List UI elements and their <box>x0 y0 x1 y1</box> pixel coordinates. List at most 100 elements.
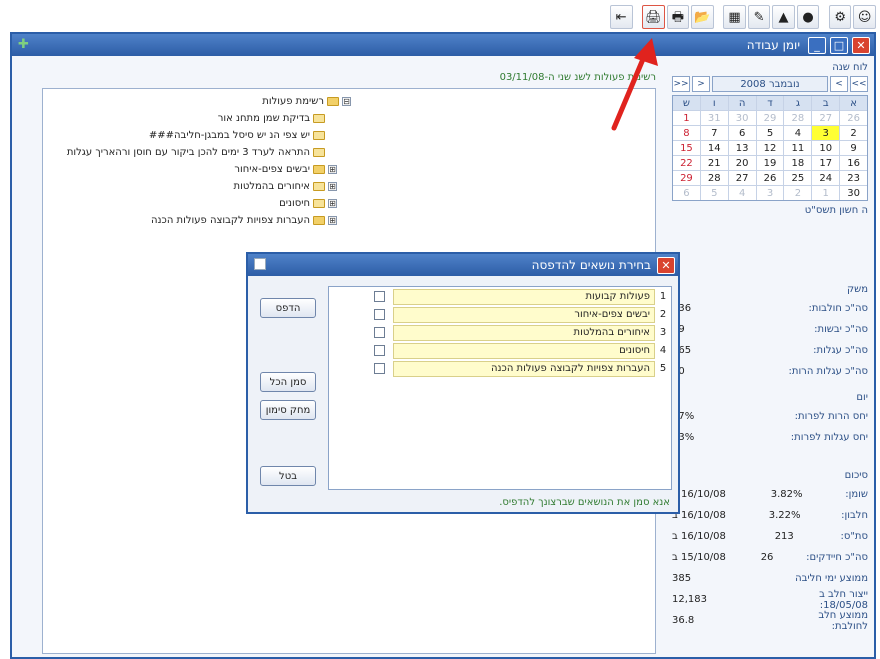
tree-item[interactable]: התראה לערד 3 ימים להכן ביקור עם חוסן ורה… <box>43 144 355 161</box>
month-selector[interactable]: נובמבר 2008 <box>712 76 828 92</box>
stat-row: יחס הרות לפרות: 47% <box>672 406 868 427</box>
prev-month-button[interactable]: > <box>830 76 848 92</box>
export-icon[interactable]: 📂 <box>691 5 714 29</box>
calendar-day[interactable]: 18 <box>784 156 812 170</box>
calendar-day[interactable]: 21 <box>700 156 728 170</box>
calendar-day[interactable]: 31 <box>700 111 728 125</box>
stat-row: סה"כ חיידקים: 26 15/10/08 ב <box>672 547 868 568</box>
calendar-day[interactable]: 8 <box>673 126 700 140</box>
calendar-day[interactable]: 7 <box>700 126 728 140</box>
topic-row[interactable]: 5 העברות צפויות לקבוצה פעולות הכנה <box>329 360 671 377</box>
topic-checkbox[interactable] <box>374 363 385 374</box>
calendar-day[interactable]: 25 <box>784 171 812 185</box>
topic-row[interactable]: 3 איחורים בהמלטות <box>329 324 671 341</box>
select-all-button[interactable]: סמן הכל <box>260 372 316 392</box>
calendar-day[interactable]: 27 <box>728 171 756 185</box>
topic-row[interactable]: 2 יבשים צפים-איחור <box>329 306 671 323</box>
record-icon[interactable]: ● <box>796 5 820 29</box>
calendar-day[interactable]: 10 <box>812 141 840 155</box>
settings-icon[interactable]: ⚙ <box>828 5 852 29</box>
expand-icon[interactable]: ⊞ <box>328 216 337 225</box>
calendar-day[interactable]: 3 <box>812 126 840 140</box>
calendar-day[interactable]: 5 <box>756 126 784 140</box>
topic-number: 5 <box>659 363 667 374</box>
tree-item-label: חיסונים <box>279 198 310 209</box>
cancel-button[interactable]: בטל <box>260 466 316 486</box>
topic-checkbox[interactable] <box>374 327 385 338</box>
clear-selection-button[interactable]: מחק סימון <box>260 400 316 420</box>
prev-year-button[interactable]: >> <box>850 76 868 92</box>
topic-checkbox[interactable] <box>374 291 385 302</box>
weekday-header: ה <box>728 96 756 110</box>
window-title: יומן עבודה <box>746 38 800 52</box>
calendar-day[interactable]: 17 <box>812 156 840 170</box>
calendar-day[interactable]: 2 <box>784 186 812 200</box>
print-preview-icon[interactable]: 🖨 <box>642 5 665 29</box>
calendar-day[interactable]: 28 <box>700 171 728 185</box>
calendar-day[interactable]: 15 <box>673 141 700 155</box>
help-icon[interactable]: ☺ <box>853 5 876 29</box>
calendar-day[interactable]: 26 <box>840 111 867 125</box>
calendar-day[interactable]: 26 <box>756 171 784 185</box>
calendar-day[interactable]: 1 <box>673 111 700 125</box>
calendar-day[interactable]: 16 <box>840 156 867 170</box>
print-topics-dialog: ✕ בחירת נושאים להדפסה 1 פעולות קבועות 2 יבש… <box>246 252 680 514</box>
calendar-day[interactable]: 6 <box>728 126 756 140</box>
calendar-icon[interactable]: ▦ <box>723 5 746 29</box>
topic-checkbox[interactable] <box>374 309 385 320</box>
calendar-day[interactable]: 6 <box>673 186 700 200</box>
collapse-icon[interactable]: ⊟ <box>342 97 351 106</box>
chart-icon[interactable]: ▲ <box>772 5 795 29</box>
calendar-day[interactable]: 5 <box>700 186 728 200</box>
calendar-day[interactable]: 28 <box>784 111 812 125</box>
calendar-day[interactable]: 13 <box>728 141 756 155</box>
stat-label: שומן: <box>845 489 868 500</box>
minimize-icon[interactable]: _ <box>808 36 826 54</box>
printer-icon[interactable]: 🖶 <box>666 5 690 29</box>
maximize-icon[interactable]: □ <box>830 36 848 54</box>
calendar-day[interactable]: 27 <box>812 111 840 125</box>
tree-item[interactable]: ⊞ איחורים בהמלטות <box>43 178 355 195</box>
calendar-day[interactable]: 12 <box>756 141 784 155</box>
expand-icon[interactable]: ⊞ <box>328 182 337 191</box>
topic-checkbox[interactable] <box>374 345 385 356</box>
tree-item[interactable]: יש צפי הנ יש סיסל במבגן-חליבה### <box>43 127 355 144</box>
edit-icon[interactable]: ✎ <box>747 5 771 29</box>
calendar-day[interactable]: 14 <box>700 141 728 155</box>
next-month-button[interactable]: < <box>692 76 710 92</box>
calendar-day[interactable]: 22 <box>673 156 700 170</box>
topic-row[interactable]: 1 פעולות קבועות <box>329 288 671 305</box>
calendar-day[interactable]: 20 <box>728 156 756 170</box>
dialog-close-icon[interactable]: ✕ <box>657 256 675 274</box>
calendar-day[interactable]: 1 <box>812 186 840 200</box>
calendar-day[interactable]: 29 <box>673 171 700 185</box>
tree-item[interactable]: ⊞ יבשים צפים-איחור <box>43 161 355 178</box>
stat-label: סה"כ חולבות: <box>808 303 868 314</box>
calendar-day[interactable]: 30 <box>728 111 756 125</box>
tree-item[interactable]: ⊞ העברות צפויות לקבוצה פעולות הכנה <box>43 212 355 229</box>
topic-row[interactable]: 4 חיסונים <box>329 342 671 359</box>
stat-row: סה"כ חולבות: 336 <box>672 298 868 319</box>
calendar-day[interactable]: 24 <box>812 171 840 185</box>
tree-item[interactable]: ⊞ חיסונים <box>43 195 355 212</box>
calendar-day[interactable]: 9 <box>840 141 867 155</box>
calendar-day[interactable]: 4 <box>728 186 756 200</box>
calendar-day[interactable]: 23 <box>840 171 867 185</box>
calendar-day[interactable]: 30 <box>840 186 867 200</box>
calendar-day[interactable]: 4 <box>784 126 812 140</box>
exit-icon[interactable]: ⇤ <box>610 5 633 29</box>
stat-date: 36.8 <box>672 615 695 626</box>
tree-item[interactable]: בדיקת שמן מתחנ אור <box>43 110 355 127</box>
calendar-day[interactable]: 2 <box>840 126 867 140</box>
tree-item[interactable]: ⊟ רשימת פעולות <box>43 93 355 110</box>
print-button[interactable]: הדפס <box>260 298 316 318</box>
expand-icon[interactable]: ⊞ <box>328 199 337 208</box>
calendar-day[interactable]: 19 <box>756 156 784 170</box>
calendar-day[interactable]: 29 <box>756 111 784 125</box>
expand-icon[interactable]: ⊞ <box>328 165 337 174</box>
calendar-day[interactable]: 11 <box>784 141 812 155</box>
calendar-day[interactable]: 3 <box>756 186 784 200</box>
close-icon[interactable]: ✕ <box>852 36 870 54</box>
next-year-button[interactable]: << <box>672 76 690 92</box>
stat-row: סה"כ עגלות הרות: 70 <box>672 361 868 382</box>
